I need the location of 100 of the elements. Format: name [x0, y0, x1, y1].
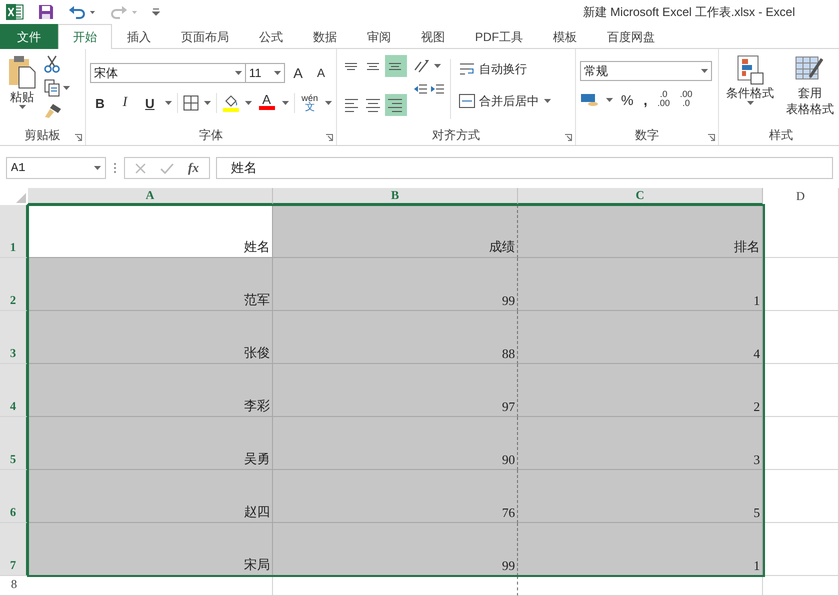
ribbon-tab[interactable]: 模板 [538, 24, 592, 49]
row-header[interactable]: 2 [0, 258, 28, 311]
ribbon-tab[interactable]: 开始 [58, 24, 112, 49]
increase-decimal-button[interactable]: .0 .00 [655, 89, 672, 111]
dropdown-arrow-icon[interactable] [606, 98, 613, 102]
row-header[interactable]: 4 [0, 364, 28, 417]
ribbon-tab[interactable]: 审阅 [352, 24, 406, 49]
dialog-launcher-icon[interactable] [565, 134, 572, 141]
dropdown-arrow-icon[interactable] [94, 166, 101, 170]
dropdown-arrow-icon[interactable] [244, 101, 252, 105]
align-top-icon [345, 62, 357, 70]
table-cell: 1 [518, 523, 763, 576]
number-format-field[interactable]: 常规 [580, 61, 712, 81]
wrap-text-button[interactable]: 自动换行 [457, 58, 551, 80]
row-header[interactable]: 7 [0, 523, 28, 576]
dialog-launcher-icon[interactable] [326, 134, 333, 141]
dropdown-arrow-icon[interactable] [63, 86, 70, 90]
paste-button[interactable]: 粘贴 [4, 55, 40, 127]
font-name-field[interactable]: 宋体 [90, 63, 246, 83]
align-right-icon [388, 98, 402, 112]
conditional-format-icon [736, 55, 764, 85]
fill-color-icon[interactable] [222, 94, 240, 112]
ribbon-tab[interactable]: 数据 [298, 24, 352, 49]
dialog-launcher-icon[interactable] [708, 134, 715, 141]
table-cell: 99 [273, 258, 518, 311]
phonetic-button[interactable]: wén 文 [300, 92, 320, 114]
dropdown-arrow-icon[interactable] [701, 69, 708, 73]
checkmark-icon[interactable] [160, 162, 174, 174]
group-label: 对齐方式 [432, 127, 480, 144]
excel-logo-icon[interactable] [6, 4, 24, 20]
column-header[interactable]: C [518, 188, 763, 205]
ribbon-tab[interactable]: 页面布局 [166, 24, 244, 49]
table-cell: 1 [518, 258, 763, 311]
align-button[interactable] [385, 94, 407, 116]
conditional-format-button[interactable]: 条件格式 [723, 55, 777, 127]
format-as-table-button[interactable]: 套用 表格格式 [783, 55, 837, 127]
table-cell: 99 [273, 523, 518, 576]
table-cell: 90 [273, 417, 518, 470]
window-title: 新建 Microsoft Excel 工作表.xlsx - Excel [582, 4, 795, 20]
dropdown-arrow-icon[interactable] [544, 99, 551, 103]
ribbon-tab[interactable]: PDF工具 [460, 24, 538, 49]
row-header[interactable]: 3 [0, 311, 28, 364]
table-cell: 排名 [518, 205, 763, 258]
ribbon-tab[interactable]: 百度网盘 [592, 24, 670, 49]
clipboard-icon [7, 55, 37, 89]
bold-button[interactable]: B [90, 92, 110, 114]
formula-field[interactable]: 姓名 [216, 157, 833, 179]
more-options-icon[interactable] [112, 162, 118, 174]
row-header[interactable]: 6 [0, 470, 28, 523]
table-cell: 赵四 [28, 470, 273, 523]
italic-button[interactable]: I [114, 92, 135, 114]
table-cell: 3 [518, 417, 763, 470]
group-label: 字体 [199, 127, 223, 144]
dropdown-arrow-icon[interactable] [235, 71, 242, 75]
dialog-launcher-icon[interactable] [75, 134, 82, 141]
table-cell: 4 [518, 311, 763, 364]
percent-button[interactable]: % [619, 89, 636, 111]
text-orientation-icon[interactable] [413, 58, 431, 74]
decrease-decimal-button[interactable]: .00 .0 [678, 89, 694, 111]
dropdown-arrow-icon[interactable] [204, 101, 211, 105]
column-header[interactable]: B [273, 188, 518, 205]
dropdown-arrow-icon [746, 101, 754, 105]
shrink-font-button[interactable]: A [311, 62, 331, 84]
currency-icon[interactable] [580, 92, 600, 108]
borders-icon[interactable] [182, 95, 199, 111]
save-icon[interactable] [38, 4, 54, 20]
merge-cells-icon [459, 94, 475, 108]
comma-button[interactable]: , [641, 89, 650, 111]
dropdown-arrow-icon[interactable] [325, 101, 332, 105]
row-header[interactable]: 8 [0, 576, 28, 596]
increase-indent-icon[interactable] [430, 82, 444, 96]
font-size-field[interactable]: 11 [245, 63, 285, 83]
wrap-text-icon [459, 62, 475, 76]
undo-icon[interactable] [68, 5, 96, 19]
align-button[interactable] [385, 55, 407, 77]
decrease-indent-icon[interactable] [413, 82, 427, 96]
customize-toolbar-icon[interactable] [152, 8, 160, 16]
ribbon-tab[interactable]: 视图 [406, 24, 460, 49]
table-cell: 范军 [28, 258, 273, 311]
name-box[interactable]: A1 [6, 157, 106, 179]
dropdown-arrow-icon[interactable] [282, 101, 289, 105]
ribbon-tab[interactable]: 插入 [112, 24, 166, 49]
copy-icon[interactable] [44, 79, 60, 97]
ribbon-tab[interactable]: 文件 [0, 24, 58, 49]
font-color-button[interactable]: A [256, 92, 277, 114]
dropdown-arrow-icon[interactable] [434, 64, 441, 68]
table-cell: 88 [273, 311, 518, 364]
format-painter-icon[interactable] [44, 103, 62, 119]
dropdown-arrow-icon[interactable] [164, 101, 172, 105]
dropdown-arrow-icon[interactable] [274, 71, 281, 75]
insert-function-button[interactable]: fx [188, 160, 199, 176]
ribbon-tab[interactable]: 公式 [244, 24, 298, 49]
dropdown-arrow-icon [18, 105, 26, 109]
underline-button[interactable]: U [140, 92, 160, 114]
scissors-icon[interactable] [44, 55, 60, 73]
column-header[interactable]: A [28, 188, 273, 205]
merge-center-button[interactable]: 合并后居中 [457, 90, 541, 112]
grow-font-button[interactable]: A [288, 62, 308, 84]
row-header[interactable]: 1 [0, 205, 28, 258]
row-header[interactable]: 5 [0, 417, 28, 470]
